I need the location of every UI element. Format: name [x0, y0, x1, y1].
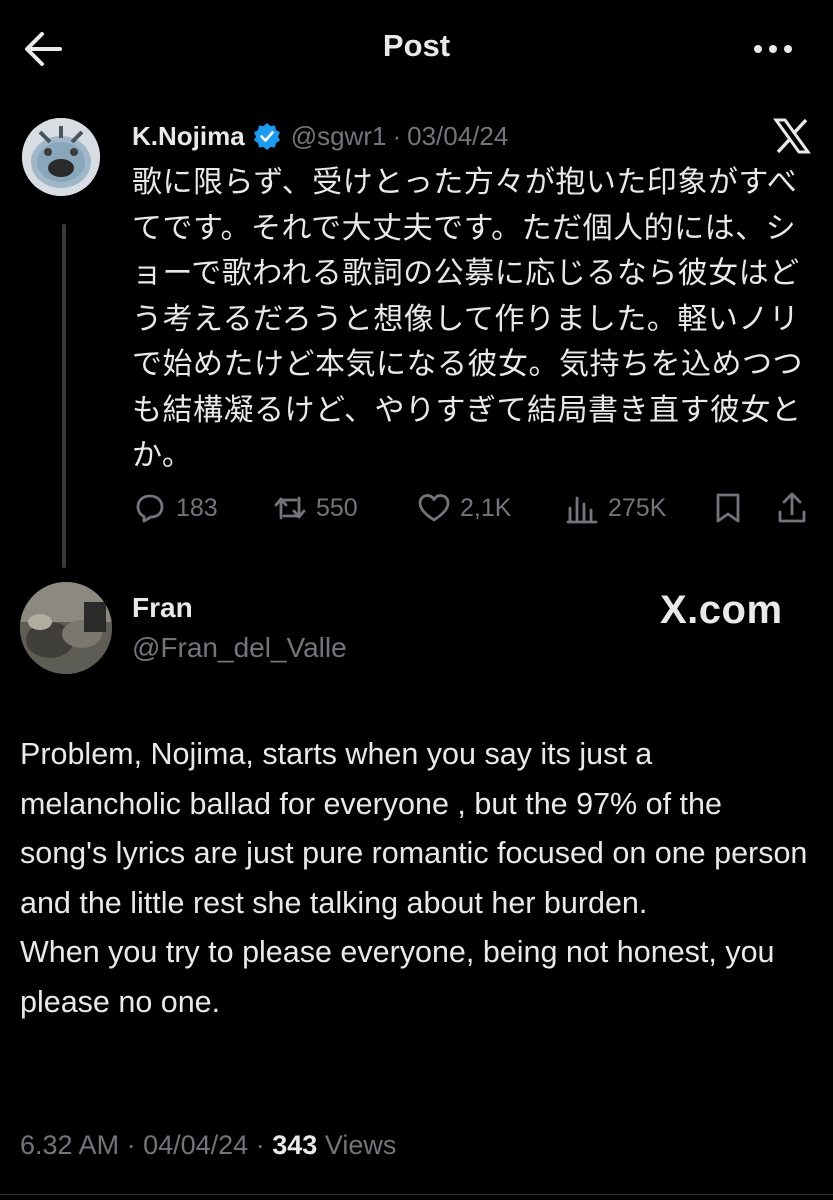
author-name[interactable]: Fran: [132, 592, 193, 624]
views-button[interactable]: 275K: [564, 484, 666, 532]
author-name[interactable]: K.Nojima: [132, 121, 245, 152]
reply-icon: [136, 494, 164, 523]
author-handle[interactable]: @Fran_del_Valle: [132, 632, 347, 664]
post-date[interactable]: 04/04/24: [143, 1130, 248, 1160]
thread-line: [62, 224, 66, 568]
avatar[interactable]: [20, 582, 112, 674]
repost-count: 550: [316, 493, 358, 522]
avatar-image: [22, 118, 100, 196]
post-time[interactable]: 6.32 AM: [20, 1130, 119, 1160]
reply-button[interactable]: 183: [132, 484, 218, 532]
quoted-post-header: K.Nojima @sgwr1 · 03/04/24: [132, 118, 508, 154]
avatar[interactable]: [22, 118, 100, 196]
top-bar: Post: [0, 0, 833, 96]
like-button[interactable]: 2,1K: [416, 484, 511, 532]
separator-dot: ·: [126, 1130, 136, 1160]
share-button[interactable]: [774, 484, 818, 532]
more-horizontal-icon[interactable]: [748, 26, 798, 72]
action-bar: 183 550 2,1K 275K: [132, 484, 822, 532]
avatar-image: [20, 582, 112, 674]
author-handle[interactable]: @sgwr1: [291, 121, 387, 152]
watermark: X.com: [660, 588, 783, 632]
post-date[interactable]: 03/04/24: [407, 121, 508, 152]
like-count: 2,1K: [460, 493, 512, 522]
divider: [0, 1194, 833, 1195]
page-title: Post: [382, 28, 451, 63]
views-chart-icon: [566, 496, 598, 524]
quoted-post-text: 歌に限らず、受けとった方々が抱いた印象がすべてです。それで大丈夫です。ただ個人的…: [132, 165, 803, 473]
share-icon: [778, 492, 806, 523]
repost-icon: [274, 496, 306, 520]
post-meta: 6.32 AM · 04/04/24 · 343 Views: [20, 1130, 396, 1161]
reply-count: 183: [176, 493, 218, 522]
repost-button[interactable]: 550: [272, 484, 358, 532]
views-count: 275K: [608, 493, 667, 522]
heart-icon: [418, 494, 450, 522]
verified-badge-icon: [253, 123, 280, 150]
post-text: Problem, Nojima, starts when you say its…: [20, 737, 808, 1019]
views-label: Views: [324, 1130, 397, 1160]
bookmark-icon: [716, 493, 740, 523]
x-logo-icon: [773, 118, 811, 154]
separator-dot: ·: [255, 1130, 265, 1160]
bookmark-button[interactable]: [710, 484, 754, 532]
separator-dot: ·: [392, 120, 402, 151]
views-number: 343: [272, 1130, 318, 1160]
